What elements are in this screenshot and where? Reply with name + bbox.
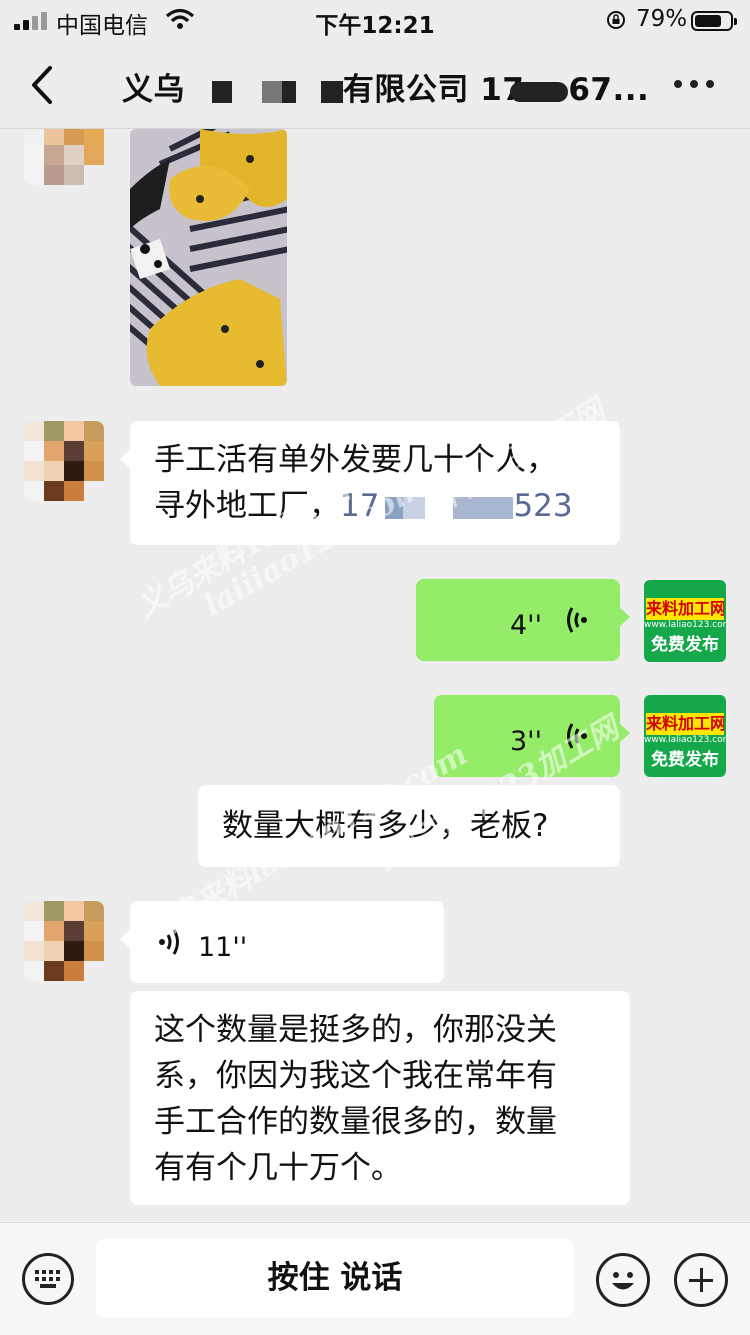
avatar[interactable]: 来料加工网 www.laliao123.com 免费发布: [644, 695, 726, 777]
battery-icon: [691, 11, 737, 31]
title-prefix: 义乌: [122, 72, 185, 108]
voice-message[interactable]: 3'': [434, 695, 630, 777]
more-icon[interactable]: [674, 80, 714, 90]
chat-title[interactable]: 义乌 有限公司 17 67...: [122, 64, 649, 109]
ad-url: www.laliao123.com: [644, 735, 726, 745]
avatar[interactable]: [24, 129, 104, 185]
ad-title: 来料加工网: [646, 713, 724, 735]
avatar[interactable]: [24, 421, 104, 501]
input-bar: 按住 说话: [0, 1222, 750, 1335]
chevron-left-icon[interactable]: [28, 64, 60, 106]
phone-link[interactable]: 17 523: [340, 488, 573, 524]
ad-free-label: 免费发布: [651, 635, 719, 655]
message-line: 手工活有单外发要几十个人，: [154, 442, 557, 478]
redaction: [212, 80, 233, 103]
emoji-icon[interactable]: [596, 1253, 650, 1307]
avatar[interactable]: [24, 901, 104, 981]
message-line: 手工合作的数量很多的，数量: [154, 1104, 557, 1140]
message-line: 有有个几十万个。: [154, 1150, 402, 1186]
voice-message[interactable]: 11'': [120, 901, 444, 983]
message-line: 寻外地工厂，17 523: [154, 488, 573, 524]
plus-icon[interactable]: [674, 1253, 728, 1307]
redaction: [281, 80, 296, 103]
ad-title: 来料加工网: [646, 598, 724, 620]
voice-duration: 11'': [198, 932, 248, 963]
redaction: [261, 80, 282, 103]
voice-wave-icon: [567, 723, 587, 749]
message-list[interactable]: 手工活有单外发要几十个人， 寻外地工厂，17 523 4'' 来料加工网 www.…: [0, 129, 750, 1222]
voice-duration: 4'': [510, 610, 543, 641]
ad-url: www.laliao123.com: [644, 620, 726, 630]
text-message[interactable]: 这个数量是挺多的，你那没关 系，你因为我这个我在常年有 手工合作的数量很多的，数…: [130, 991, 630, 1205]
image-message[interactable]: [130, 129, 287, 386]
title-mid: 有限公司: [342, 72, 469, 108]
status-bar: 中国电信 下午12:21 79%: [0, 0, 750, 44]
voice-duration: 3'': [510, 726, 543, 757]
chat-header: 义乌 有限公司 17 67...: [0, 44, 750, 129]
keyboard-icon[interactable]: [22, 1253, 74, 1305]
ad-free-label: 免费发布: [651, 750, 719, 770]
title-tail: 67...: [568, 72, 650, 108]
voice-message[interactable]: 4'': [416, 579, 630, 661]
orientation-lock-icon: [607, 11, 625, 29]
redaction: [320, 80, 343, 103]
message-text: 数量大概有多少，老板?: [222, 808, 549, 844]
battery-percent: 79%: [636, 6, 688, 32]
hold-to-talk-button[interactable]: 按住 说话: [96, 1239, 574, 1317]
text-message[interactable]: 手工活有单外发要几十个人， 寻外地工厂，17 523: [120, 421, 620, 545]
redaction: [510, 81, 569, 102]
photo-thumbnail: [130, 129, 287, 386]
avatar[interactable]: 来料加工网 www.laliao123.com 免费发布: [644, 580, 726, 662]
text-message[interactable]: 数量大概有多少，老板?: [198, 785, 620, 867]
message-line: 系，你因为我这个我在常年有: [154, 1058, 557, 1094]
message-line: 这个数量是挺多的，你那没关: [154, 1012, 557, 1048]
voice-wave-icon: [159, 929, 179, 955]
voice-wave-icon: [567, 607, 587, 633]
